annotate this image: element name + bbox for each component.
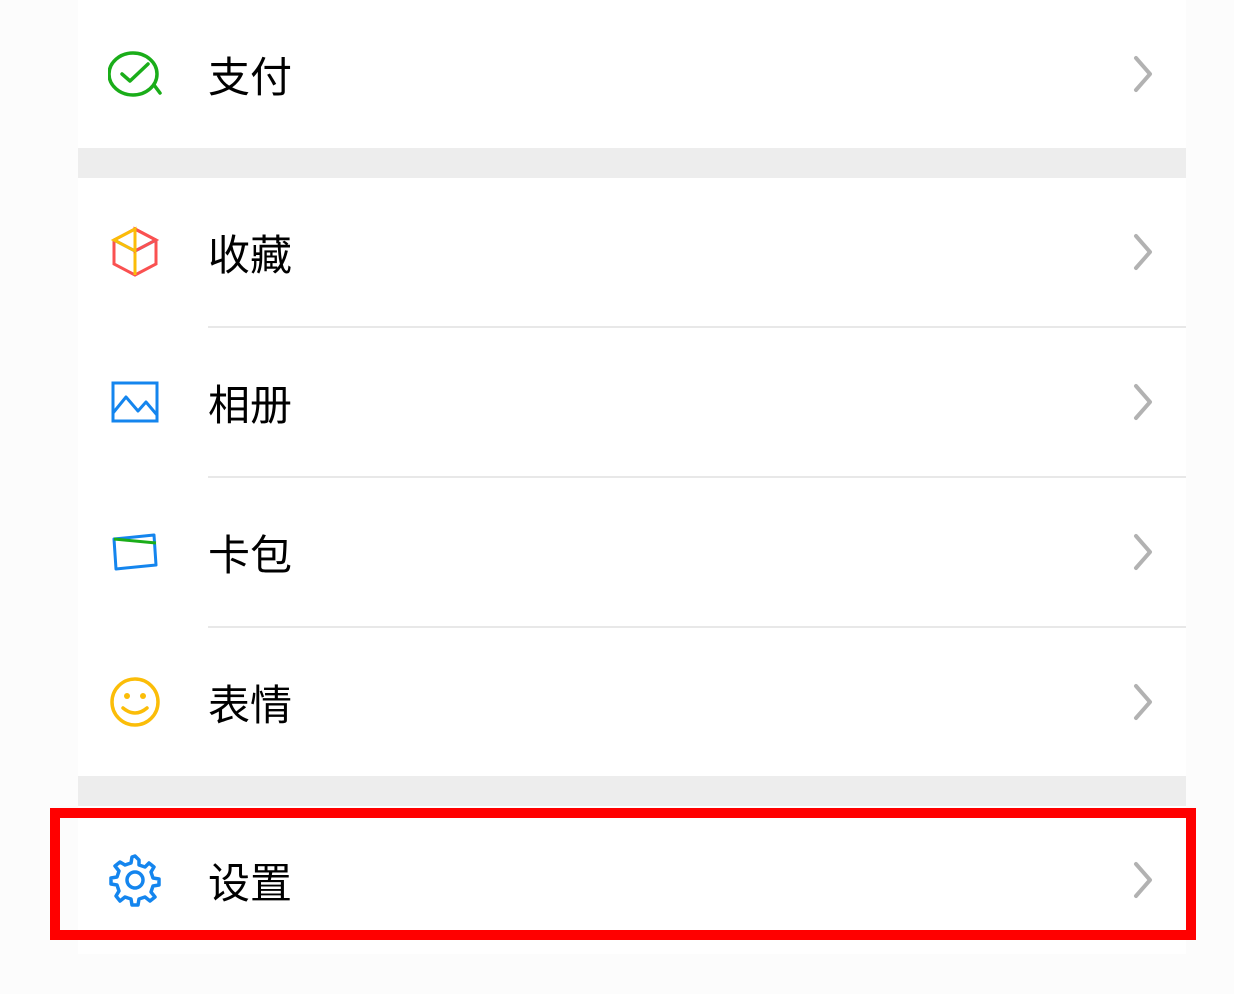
menu-item-stickers[interactable]: 表情 <box>78 628 1186 776</box>
group-separator <box>78 776 1186 806</box>
menu-item-pay[interactable]: 支付 <box>78 0 1186 148</box>
menu-group-content: 收藏 相册 <box>78 178 1186 776</box>
group-separator <box>78 148 1186 178</box>
menu-container: 支付 收藏 <box>0 0 1234 954</box>
chevron-right-icon <box>1132 682 1156 722</box>
chevron-right-icon <box>1132 532 1156 572</box>
wechat-pay-icon <box>108 47 162 101</box>
settings-gear-icon <box>108 853 162 907</box>
menu-item-label: 支付 <box>208 44 1132 105</box>
menu-item-label: 表情 <box>208 672 1132 733</box>
album-photo-icon <box>108 375 162 429</box>
cards-wallet-icon <box>108 525 162 579</box>
menu-item-label: 设置 <box>208 850 1132 911</box>
menu-item-label: 收藏 <box>208 222 1132 283</box>
menu-item-label: 卡包 <box>208 522 1132 583</box>
favorites-cube-icon <box>108 225 162 279</box>
menu-group-pay: 支付 <box>78 0 1186 148</box>
chevron-right-icon <box>1132 54 1156 94</box>
menu-group-settings: 设置 <box>78 806 1186 954</box>
chevron-right-icon <box>1132 860 1156 900</box>
menu-item-album[interactable]: 相册 <box>78 328 1186 476</box>
menu-item-label: 相册 <box>208 372 1132 433</box>
chevron-right-icon <box>1132 232 1156 272</box>
menu-item-favorites[interactable]: 收藏 <box>78 178 1186 326</box>
chevron-right-icon <box>1132 382 1156 422</box>
menu-item-settings[interactable]: 设置 <box>78 806 1186 954</box>
menu-item-cards[interactable]: 卡包 <box>78 478 1186 626</box>
sticker-smiley-icon <box>108 675 162 729</box>
